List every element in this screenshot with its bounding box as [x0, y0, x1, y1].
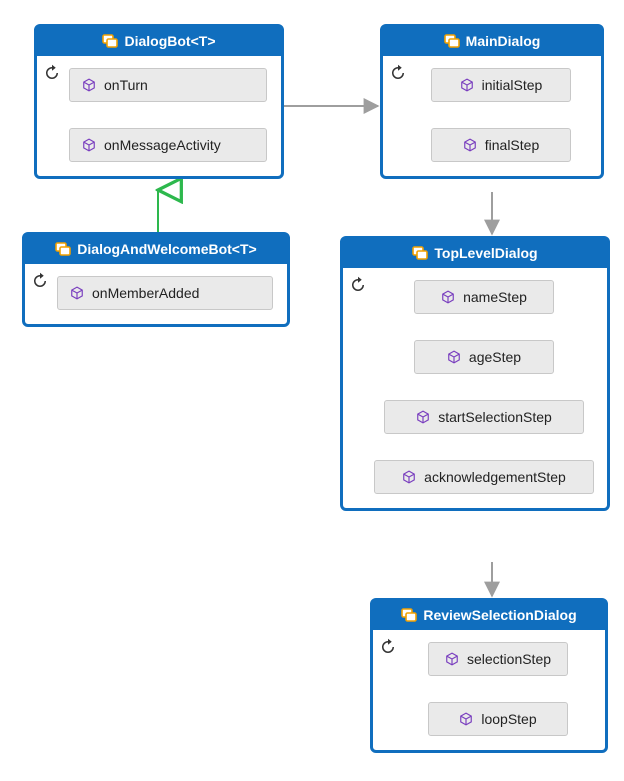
- box-title: MainDialog: [383, 27, 601, 56]
- box-title: ReviewSelectionDialog: [373, 601, 605, 630]
- cube-icon: [459, 712, 473, 726]
- step-label: finalStep: [485, 137, 539, 153]
- step-name-step: nameStep: [414, 280, 554, 314]
- cube-icon: [82, 138, 96, 152]
- step-age-step: ageStep: [414, 340, 554, 374]
- box-review-selection-dialog: ReviewSelectionDialog selectionStep loop…: [370, 598, 608, 753]
- step-label: initialStep: [482, 77, 543, 93]
- box-title: DialogBot<T>: [37, 27, 281, 56]
- loop-icon: [349, 276, 367, 294]
- class-icon: [102, 33, 118, 49]
- cube-icon: [460, 78, 474, 92]
- box-dialog-bot: DialogBot<T> onTurn onMessageActivity: [34, 24, 284, 179]
- step-on-message-activity: onMessageActivity: [69, 128, 267, 162]
- cube-icon: [447, 350, 461, 364]
- step-start-selection-step: startSelectionStep: [384, 400, 584, 434]
- step-acknowledgement-step: acknowledgementStep: [374, 460, 594, 494]
- box-top-level-dialog: TopLevelDialog nameStep ageStep startSel…: [340, 236, 610, 511]
- step-initial-step: initialStep: [431, 68, 571, 102]
- cube-icon: [82, 78, 96, 92]
- class-icon: [444, 33, 460, 49]
- title-text: DialogAndWelcomeBot<T>: [77, 241, 256, 257]
- step-label: acknowledgementStep: [424, 469, 566, 485]
- cube-icon: [463, 138, 477, 152]
- cube-icon: [441, 290, 455, 304]
- step-label: onMessageActivity: [104, 137, 221, 153]
- loop-icon: [379, 638, 397, 656]
- step-label: onMemberAdded: [92, 285, 199, 301]
- step-loop-step: loopStep: [428, 702, 568, 736]
- step-label: ageStep: [469, 349, 521, 365]
- class-icon: [401, 607, 417, 623]
- step-label: loopStep: [481, 711, 536, 727]
- step-final-step: finalStep: [431, 128, 571, 162]
- step-on-member-added: onMemberAdded: [57, 276, 273, 310]
- step-on-turn: onTurn: [69, 68, 267, 102]
- step-label: nameStep: [463, 289, 527, 305]
- step-selection-step: selectionStep: [428, 642, 568, 676]
- step-label: selectionStep: [467, 651, 551, 667]
- cube-icon: [445, 652, 459, 666]
- step-label: startSelectionStep: [438, 409, 552, 425]
- cube-icon: [70, 286, 84, 300]
- cube-icon: [402, 470, 416, 484]
- box-main-dialog: MainDialog initialStep finalStep: [380, 24, 604, 179]
- title-text: DialogBot<T>: [124, 33, 215, 49]
- loop-icon: [389, 64, 407, 82]
- box-title: DialogAndWelcomeBot<T>: [25, 235, 287, 264]
- step-label: onTurn: [104, 77, 148, 93]
- class-icon: [55, 241, 71, 257]
- loop-icon: [43, 64, 61, 82]
- diagram-canvas: DialogBot<T> onTurn onMessageActivity Di…: [0, 0, 624, 781]
- cube-icon: [416, 410, 430, 424]
- class-icon: [412, 245, 428, 261]
- loop-icon: [31, 272, 49, 290]
- title-text: TopLevelDialog: [434, 245, 537, 261]
- title-text: ReviewSelectionDialog: [423, 607, 576, 623]
- box-dialog-and-welcome-bot: DialogAndWelcomeBot<T> onMemberAdded: [22, 232, 290, 327]
- title-text: MainDialog: [466, 33, 541, 49]
- box-title: TopLevelDialog: [343, 239, 607, 268]
